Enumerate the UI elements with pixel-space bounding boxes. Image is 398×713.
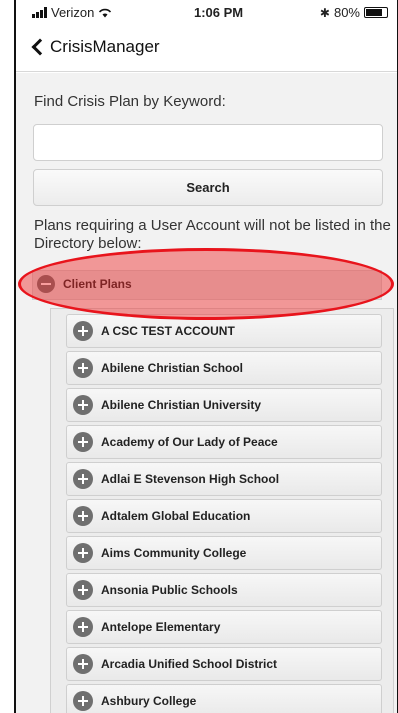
- back-label: CrisisManager: [50, 37, 160, 56]
- plan-item-label: Ansonia Public Schools: [101, 583, 238, 597]
- plan-item[interactable]: Ansonia Public Schools: [66, 573, 382, 607]
- plan-item[interactable]: Antelope Elementary: [66, 610, 382, 644]
- plan-item[interactable]: Ashbury College: [66, 684, 382, 713]
- content-area: Find Crisis Plan by Keyword: Search Plan…: [16, 73, 398, 713]
- bluetooth-icon: ✱: [319, 5, 330, 20]
- plan-item[interactable]: Abilene Christian University: [66, 388, 382, 422]
- status-right: ✱ 80%: [320, 5, 388, 20]
- plan-item[interactable]: Adtalem Global Education: [66, 499, 382, 533]
- plan-item[interactable]: Abilene Christian School: [66, 351, 382, 385]
- expand-plus-icon: [73, 321, 93, 341]
- expand-plus-icon: [73, 506, 93, 526]
- battery-level: [366, 9, 382, 16]
- signal-icon: [32, 7, 47, 18]
- expand-plus-icon: [73, 358, 93, 378]
- chevron-left-icon: [31, 38, 49, 56]
- plan-item[interactable]: Arcadia Unified School District: [66, 647, 382, 681]
- battery-percent: 80%: [333, 5, 360, 20]
- plan-item-label: Adlai E Stevenson High School: [101, 472, 280, 486]
- carrier-label: Verizon: [51, 5, 95, 20]
- plan-item-label: Adtalem Global Education: [101, 509, 251, 523]
- annotation-highlight-ellipse: [18, 248, 394, 320]
- expand-plus-icon: [73, 395, 93, 415]
- expand-plus-icon: [73, 654, 93, 674]
- plan-item-label: A CSC TEST ACCOUNT: [101, 324, 235, 338]
- back-button[interactable]: CrisisManager: [30, 37, 160, 57]
- status-time: 1:06 PM: [194, 5, 244, 20]
- expand-plus-icon: [73, 691, 93, 711]
- plan-item-label: Abilene Christian School: [101, 361, 244, 375]
- expand-plus-icon: [73, 432, 93, 452]
- search-label: Find Crisis Plan by Keyword:: [34, 93, 226, 110]
- expand-plus-icon: [73, 580, 93, 600]
- plan-item-label: Aims Community College: [101, 546, 247, 560]
- plan-item-label: Arcadia Unified School District: [101, 657, 278, 671]
- plan-item[interactable]: Adlai E Stevenson High School: [66, 462, 382, 496]
- expand-plus-icon: [73, 469, 93, 489]
- plan-item-label: Academy of Our Lady of Peace: [101, 435, 278, 449]
- nav-bar: CrisisManager: [16, 26, 398, 72]
- expand-plus-icon: [73, 617, 93, 637]
- status-left: Verizon: [32, 5, 112, 20]
- plan-item-label: Ashbury College: [101, 694, 197, 708]
- client-plans-list: A CSC TEST ACCOUNT Abilene Christian Scho…: [50, 308, 394, 713]
- status-bar: Verizon 1:06 PM ✱ 80%: [16, 0, 398, 26]
- expand-plus-icon: [73, 543, 93, 563]
- battery-icon: [364, 7, 388, 18]
- plan-item[interactable]: Aims Community College: [66, 536, 382, 570]
- search-button[interactable]: Search: [33, 169, 383, 206]
- plan-item-label: Abilene Christian University: [101, 398, 262, 412]
- plan-item[interactable]: Academy of Our Lady of Peace: [66, 425, 382, 459]
- plan-item-label: Antelope Elementary: [101, 620, 221, 634]
- wifi-icon: [99, 8, 112, 17]
- search-input[interactable]: [33, 124, 383, 161]
